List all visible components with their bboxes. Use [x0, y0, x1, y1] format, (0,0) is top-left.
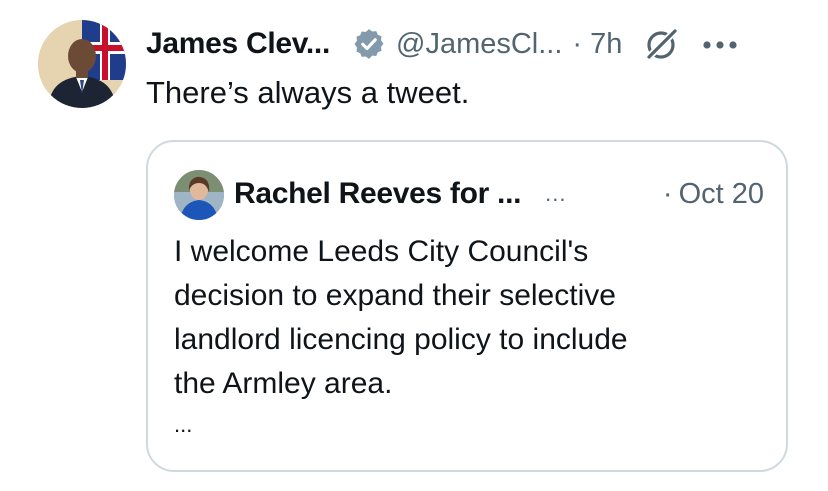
quoted-tweet-header: Rachel Reeves for ... ... · Oct 20: [234, 172, 764, 216]
quoted-tweet-date[interactable]: Oct 20: [679, 178, 764, 211]
quoted-text-line: I welcome Leeds City Council's: [174, 235, 589, 268]
quoted-separator-dot: ·: [662, 177, 673, 210]
quoted-text-line: decision to expand their selective: [174, 279, 616, 312]
quoted-text-line: landlord licencing policy to include: [174, 323, 628, 356]
quoted-tweet-card[interactable]: Rachel Reeves for ... ... · Oct 20 I wel…: [146, 140, 788, 472]
truncation-ellipsis: ...: [174, 412, 193, 437]
quoted-author-name[interactable]: Rachel Reeves for ...: [234, 177, 521, 211]
verified-badge-icon[interactable]: [352, 27, 386, 61]
author-handle[interactable]: @JamesCl...: [396, 28, 562, 61]
quoted-author-avatar[interactable]: [174, 170, 224, 220]
separator-dot: ·: [572, 27, 583, 60]
tweet-header: James Clev... @JamesCl... · 7h: [146, 22, 806, 66]
quoted-text-line: the Armley area.: [174, 367, 393, 400]
quoted-author-handle[interactable]: ...: [545, 181, 566, 207]
tweet-time[interactable]: 7h: [590, 28, 622, 61]
tweet-text: There’s always a tweet.: [146, 75, 470, 110]
quoted-tweet-text: I welcome Leeds City Council's decision …: [174, 230, 774, 406]
author-name[interactable]: James Clev...: [146, 27, 330, 61]
more-options-icon[interactable]: [702, 38, 738, 50]
grok-icon[interactable]: [642, 25, 680, 63]
author-avatar[interactable]: [38, 20, 126, 108]
